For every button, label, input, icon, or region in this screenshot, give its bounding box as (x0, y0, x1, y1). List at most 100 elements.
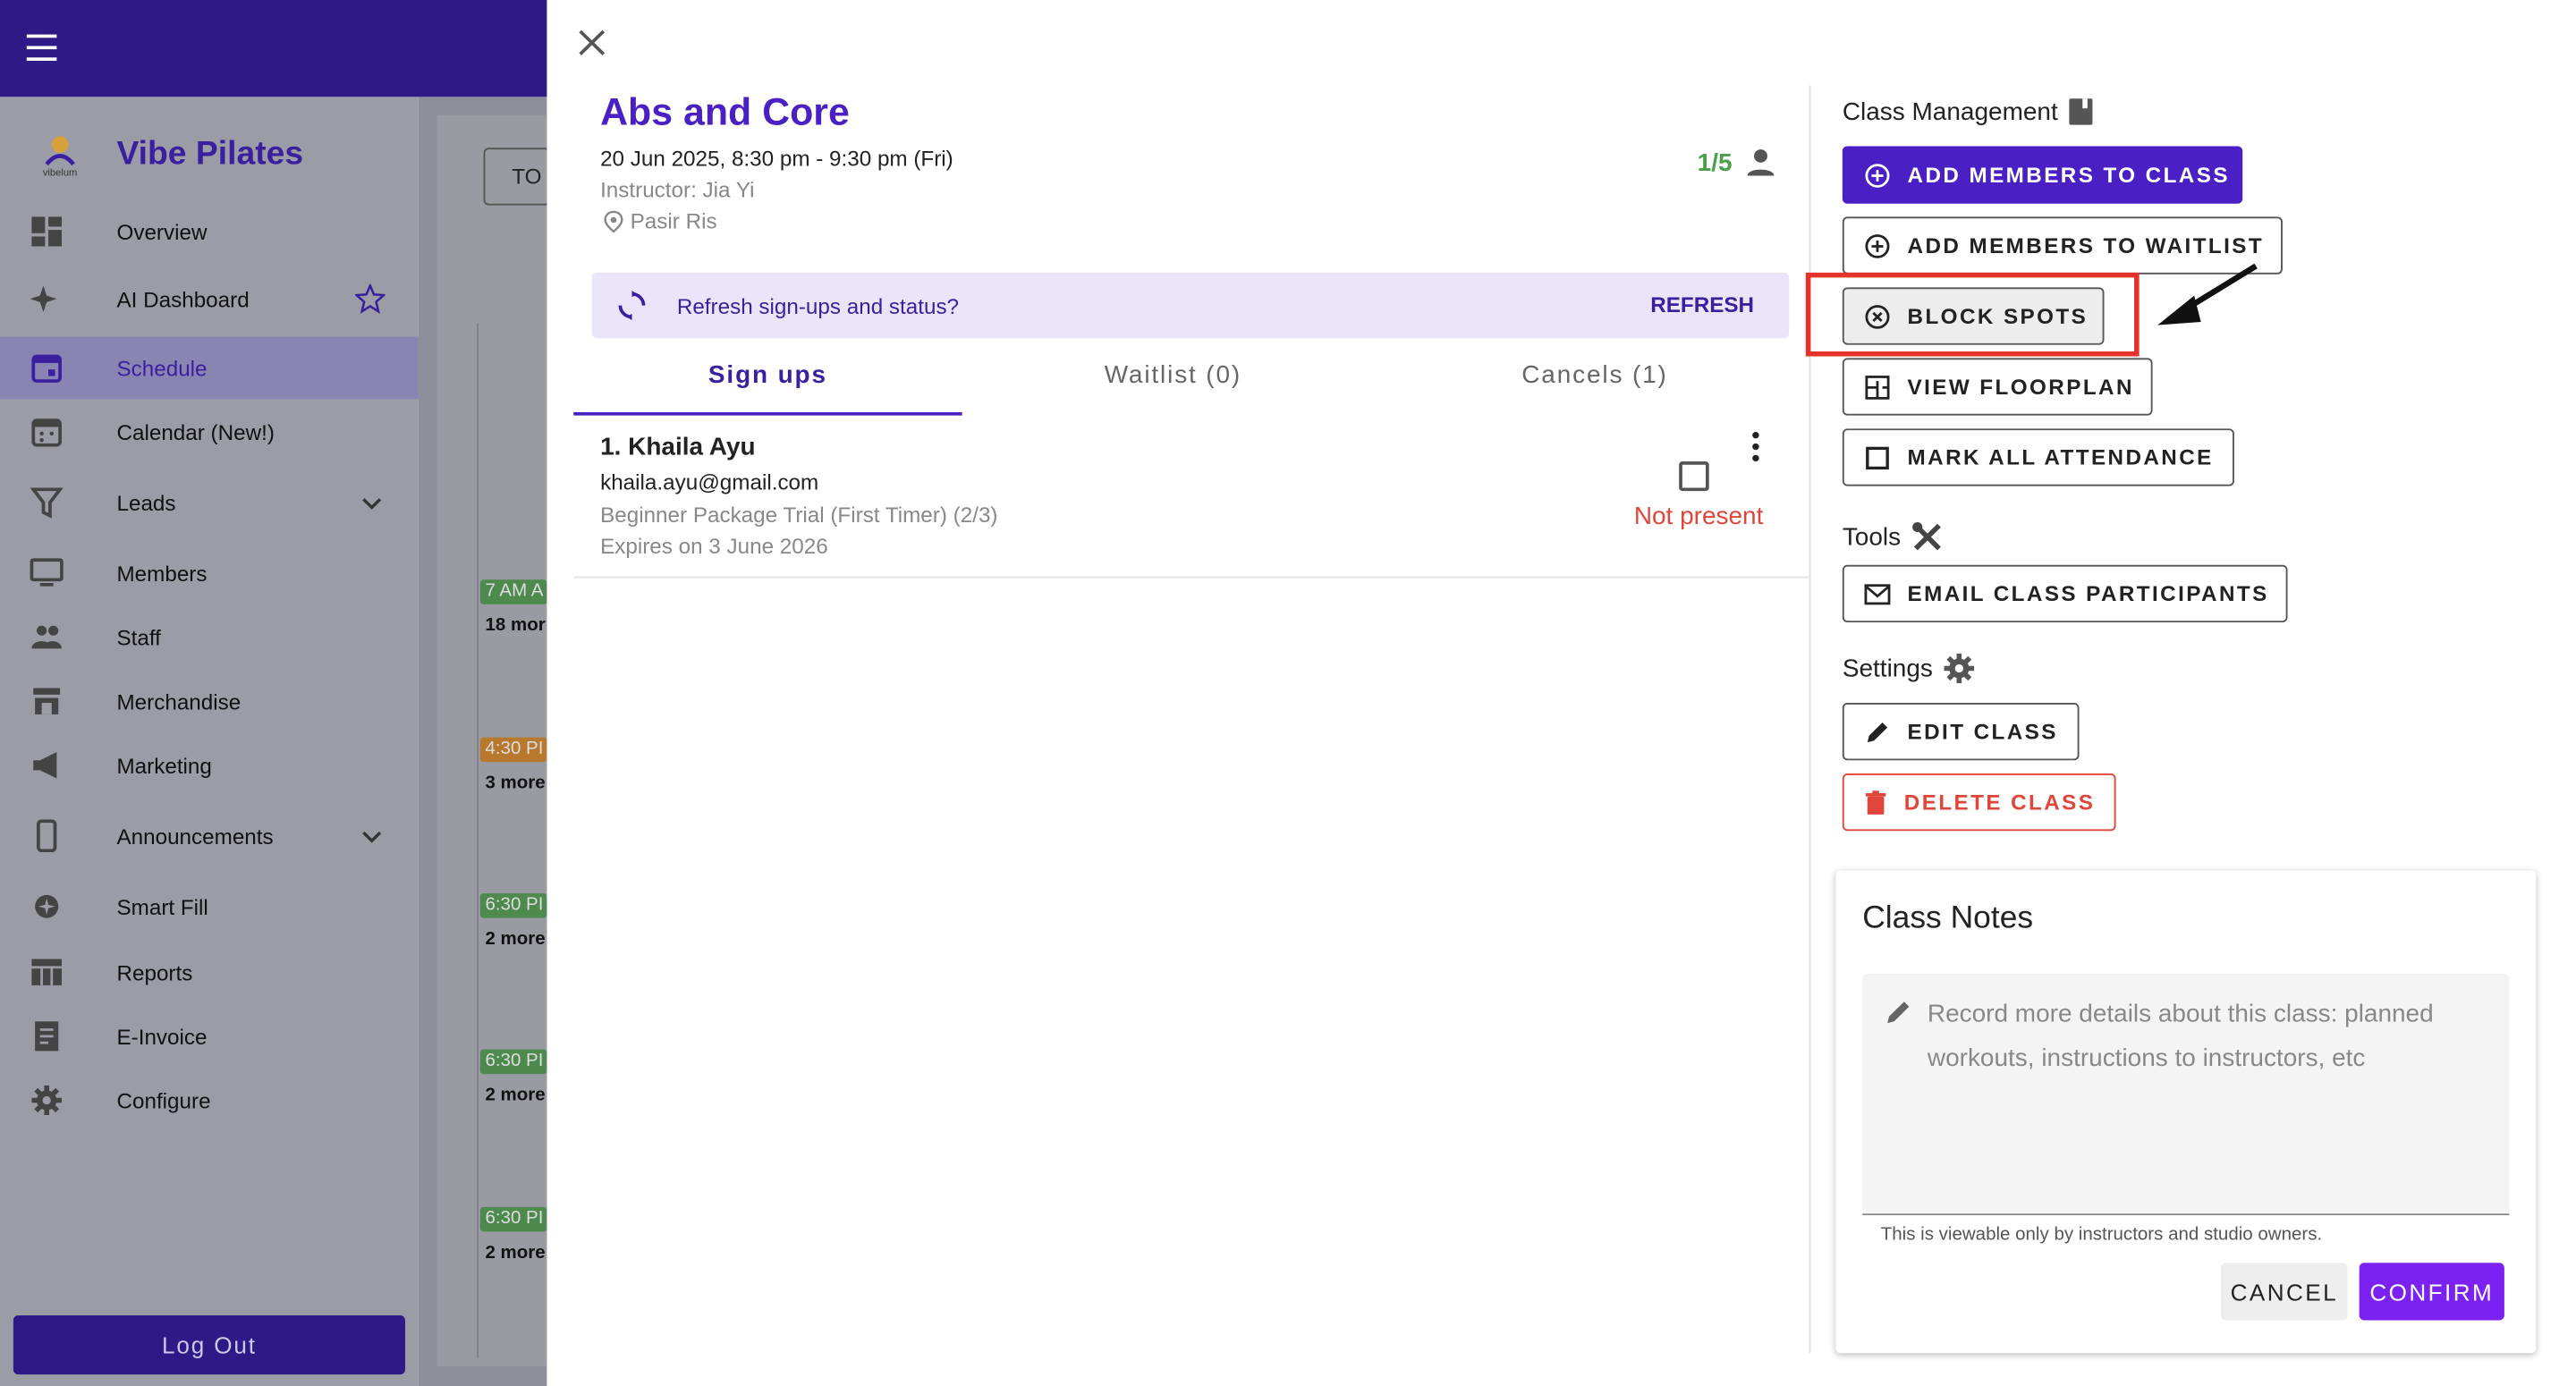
person-icon (1747, 149, 1775, 176)
tab-signups[interactable]: Sign ups (573, 361, 962, 389)
more-options-icon[interactable] (1742, 430, 1769, 463)
class-location: Pasir Ris (604, 208, 717, 233)
email-participants-button[interactable]: EMAIL CLASS PARTICIPANTS (1842, 564, 2288, 623)
email-participants-label: EMAIL CLASS PARTICIPANTS (1907, 581, 2269, 606)
more-events-link[interactable]: 2 more (485, 929, 547, 949)
sidebar-item-merchandise[interactable]: Merchandise (0, 670, 419, 732)
mail-icon (1864, 583, 1891, 604)
checkbox-icon (1866, 445, 1889, 469)
sidebar-item-marketing[interactable]: Marketing (0, 734, 419, 797)
chevron-down-icon[interactable] (362, 826, 382, 846)
tools-heading: Tools (1843, 520, 1945, 554)
sidebar-item-label: Marketing (116, 753, 212, 778)
active-tab-indicator (573, 411, 962, 416)
sidebar-item-label: Announcements (116, 824, 274, 849)
sidebar-item-label: Overview (116, 219, 208, 244)
more-events-link[interactable]: 3 more (485, 773, 547, 793)
sparkle-icon (30, 285, 57, 312)
sidebar-item-overview[interactable]: Overview (0, 200, 419, 263)
sidebar-item-label: E-Invoice (116, 1024, 208, 1049)
class-notes-help: This is viewable only by instructors and… (1880, 1225, 2323, 1246)
sidebar-item-announcements[interactable]: Announcements (0, 805, 419, 867)
class-instructor: Instructor: Jia Yi (600, 177, 755, 202)
attendance-checkbox[interactable] (1679, 461, 1709, 492)
sidebar-item-label: Schedule (116, 355, 208, 381)
schedule-chip[interactable]: 4:30 PI (479, 737, 547, 763)
close-icon[interactable] (575, 26, 608, 59)
sidebar-item-e-invoice[interactable]: E-Invoice (0, 1005, 419, 1068)
logout-button[interactable]: Log Out (13, 1315, 405, 1375)
signup-expiry: Expires on 3 June 2026 (600, 533, 828, 559)
sidebar-item-smart-fill[interactable]: Smart Fill (0, 875, 419, 938)
people-icon (31, 625, 62, 649)
sidebar-item-ai-dashboard[interactable]: AI Dashboard (0, 267, 419, 330)
tab-waitlist[interactable]: Waitlist (0) (979, 361, 1367, 389)
class-management-title: Class Management (1842, 97, 2058, 126)
more-events-link[interactable]: 2 more (485, 1243, 547, 1263)
delete-class-button[interactable]: DELETE CLASS (1842, 773, 2116, 832)
view-floorplan-button[interactable]: VIEW FLOORPLAN (1842, 358, 2153, 416)
sidebar-item-label: Leads (116, 490, 176, 515)
sidebar-item-label: Configure (116, 1087, 211, 1113)
hamburger-menu-icon[interactable] (26, 30, 67, 65)
tools-icon (1912, 522, 1941, 551)
refresh-banner: Refresh sign-ups and status? REFRESH (591, 272, 1790, 339)
chevron-down-icon[interactable] (362, 493, 382, 512)
capacity-value: 1/5 (1697, 148, 1733, 177)
attendance-status: Not present (1633, 502, 1764, 531)
edit-class-label: EDIT CLASS (1907, 719, 2058, 744)
schedule-chip[interactable]: 6:30 PI (479, 1049, 547, 1075)
class-datetime: 20 Jun 2025, 8:30 pm - 9:30 pm (Fri) (600, 146, 953, 171)
schedule-chip[interactable]: 7 AM A (479, 579, 547, 604)
sidebar-item-reports[interactable]: Reports (0, 941, 419, 1003)
delete-class-label: DELETE CLASS (1903, 790, 2096, 815)
pencil-icon (1887, 1001, 1910, 1024)
add-members-label: ADD MEMBERS TO CLASS (1907, 162, 2230, 188)
confirm-button[interactable]: CONFIRM (2359, 1263, 2504, 1321)
add-circle-icon (1865, 163, 1890, 187)
add-members-button[interactable]: ADD MEMBERS TO CLASS (1842, 146, 2243, 204)
edit-class-button[interactable]: EDIT CLASS (1842, 703, 2080, 761)
schedule-chip[interactable]: 6:30 PI (479, 1206, 547, 1232)
cancel-button[interactable]: CANCEL (2220, 1263, 2348, 1321)
sync-icon (618, 291, 646, 321)
filter-icon (30, 487, 64, 519)
calendar-icon (31, 354, 62, 383)
class-notes-title: Class Notes (1862, 901, 2034, 936)
schedule-chip[interactable]: 6:30 PI (479, 893, 547, 918)
location-label: Pasir Ris (630, 208, 717, 233)
sidebar-item-staff[interactable]: Staff (0, 606, 419, 669)
sidebar-item-calendar-new[interactable]: Calendar (New!) (0, 401, 419, 463)
sidebar-item-label: Calendar (New!) (116, 419, 275, 444)
annotation-arrow-icon (2157, 263, 2258, 325)
sidebar-item-configure[interactable]: Configure (0, 1069, 419, 1132)
sidebar-item-leads[interactable]: Leads (0, 471, 419, 534)
sidebar-item-members[interactable]: Members (0, 542, 419, 604)
mark-attendance-button[interactable]: MARK ALL ATTENDANCE (1842, 428, 2234, 486)
today-button[interactable]: TO (483, 148, 551, 206)
view-floorplan-label: VIEW FLOORPLAN (1907, 374, 2134, 400)
star-icon[interactable] (355, 283, 386, 314)
refresh-button[interactable]: REFRESH (1650, 292, 1754, 317)
dashboard-icon (31, 216, 62, 247)
calendar-grid-icon (31, 418, 62, 447)
class-management-heading: Class Management (1843, 97, 2095, 126)
floorplan-icon (1865, 375, 1890, 399)
add-waitlist-label: ADD MEMBERS TO WAITLIST (1907, 232, 2265, 258)
more-events-link[interactable]: 2 more (485, 1086, 547, 1105)
logo-text: vibelum (43, 168, 78, 178)
tab-cancels[interactable]: Cancels (1) (1401, 361, 1789, 389)
class-notes-placeholder: Record more details about this class: pl… (1927, 1000, 2434, 1073)
highlight-box (1805, 272, 2140, 357)
sidebar-item-label: AI Dashboard (116, 286, 250, 312)
more-events-link[interactable]: 18 mor (485, 616, 547, 636)
table-icon (31, 959, 62, 985)
location-pin-icon (604, 209, 623, 232)
megaphone-icon (33, 752, 57, 779)
signup-package: Beginner Package Trial (First Timer) (2/… (600, 502, 998, 528)
capacity-count: 1/5 (1698, 148, 1775, 177)
sidebar-item-schedule[interactable]: Schedule (0, 336, 419, 400)
gear-icon (31, 1085, 62, 1115)
mark-attendance-label: MARK ALL ATTENDANCE (1907, 444, 2214, 470)
brand-name: Vibe Pilates (116, 136, 304, 173)
